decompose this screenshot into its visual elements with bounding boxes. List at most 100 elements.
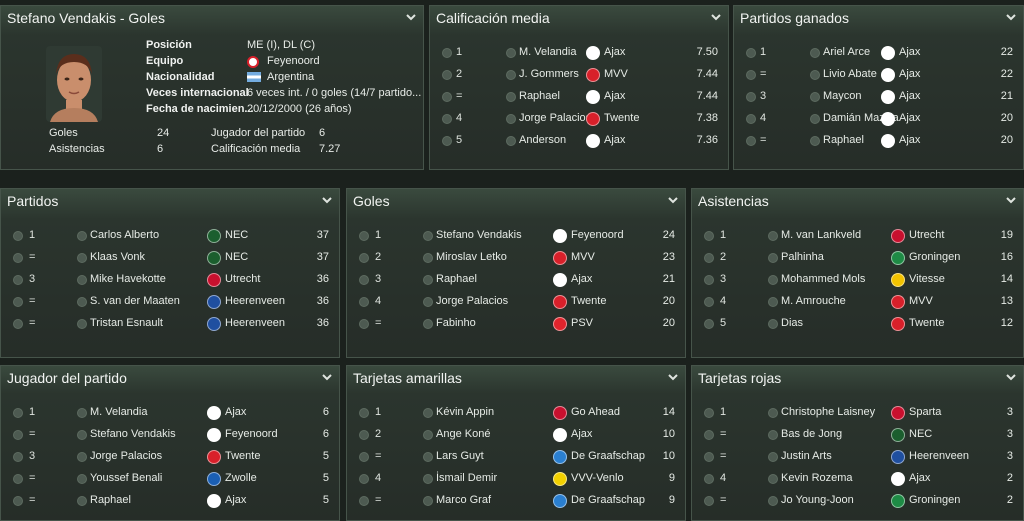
- list-item[interactable]: 2 Palhinha Groningen 16: [698, 248, 1017, 268]
- list-item[interactable]: 4 Jorge Palacios Twente 7.38: [436, 109, 722, 129]
- player-info-icon[interactable]: [768, 408, 778, 418]
- player-name-link[interactable]: Stefano Vendakis: [90, 428, 176, 440]
- player-name-link[interactable]: J. Gommers: [519, 68, 579, 80]
- chevron-down-icon[interactable]: [667, 371, 679, 383]
- list-item[interactable]: 4 Kevin Rozema Ajax 2: [698, 469, 1017, 489]
- player-info-icon[interactable]: [810, 70, 820, 80]
- player-info-icon[interactable]: [77, 474, 87, 484]
- club-name-link[interactable]: Feyenoord: [225, 428, 278, 440]
- player-name-link[interactable]: Raphael: [90, 494, 131, 506]
- player-name-link[interactable]: Jorge Palacios: [436, 295, 508, 307]
- club-name-link[interactable]: De Graafschap: [571, 494, 645, 506]
- player-info-icon[interactable]: [423, 253, 433, 263]
- list-item[interactable]: 1 M. van Lankveld Utrecht 19: [698, 226, 1017, 246]
- player-info-icon[interactable]: [423, 452, 433, 462]
- club-name-link[interactable]: Ajax: [899, 68, 920, 80]
- player-name-link[interactable]: Justin Arts: [781, 450, 832, 462]
- player-info-icon[interactable]: [768, 319, 778, 329]
- club-name-link[interactable]: Sparta: [909, 406, 941, 418]
- club-name-link[interactable]: Heerenveen: [225, 295, 285, 307]
- club-name-link[interactable]: Groningen: [909, 494, 960, 506]
- list-item[interactable]: 3 Raphael Ajax 21: [353, 270, 679, 290]
- club-name-link[interactable]: Ajax: [225, 494, 246, 506]
- club-name-link[interactable]: Ajax: [604, 90, 625, 102]
- player-name-link[interactable]: Dias: [781, 317, 803, 329]
- list-item[interactable]: 1 M. Velandia Ajax 7.50: [436, 43, 722, 63]
- list-item[interactable]: 3 Jorge Palacios Twente 5: [7, 447, 333, 467]
- club-name-link[interactable]: Utrecht: [909, 229, 944, 241]
- list-item[interactable]: = Jo Young-Joon Groningen 2: [698, 491, 1017, 511]
- player-name-link[interactable]: Livio Abate: [823, 68, 877, 80]
- player-info-icon[interactable]: [810, 136, 820, 146]
- player-info-icon[interactable]: [768, 452, 778, 462]
- field-value-team[interactable]: Feyenoord: [267, 55, 320, 67]
- chevron-down-icon[interactable]: [1005, 371, 1017, 383]
- player-name-link[interactable]: Miroslav Letko: [436, 251, 507, 263]
- player-name-link[interactable]: Palhinha: [781, 251, 824, 263]
- player-info-icon[interactable]: [506, 136, 516, 146]
- player-name-link[interactable]: Bas de Jong: [781, 428, 842, 440]
- list-item[interactable]: 3 Mike Havekotte Utrecht 36: [7, 270, 333, 290]
- list-item[interactable]: = Stefano Vendakis Feyenoord 6: [7, 425, 333, 445]
- player-info-icon[interactable]: [810, 92, 820, 102]
- club-name-link[interactable]: Ajax: [899, 90, 920, 102]
- player-name-link[interactable]: Lars Guyt: [436, 450, 484, 462]
- chevron-down-icon[interactable]: [710, 11, 722, 23]
- player-info-icon[interactable]: [77, 452, 87, 462]
- player-info-icon[interactable]: [810, 48, 820, 58]
- player-name-link[interactable]: Jorge Palacios: [519, 112, 591, 124]
- list-item[interactable]: 1 Stefano Vendakis Feyenoord 24: [353, 226, 679, 246]
- player-info-icon[interactable]: [423, 297, 433, 307]
- player-name-link[interactable]: Fabinho: [436, 317, 476, 329]
- player-name-link[interactable]: Christophe Laisney: [781, 406, 875, 418]
- player-info-icon[interactable]: [768, 297, 778, 307]
- player-name-link[interactable]: Klaas Vonk: [90, 251, 145, 263]
- club-name-link[interactable]: Ajax: [899, 112, 920, 124]
- player-name-link[interactable]: Raphael: [519, 90, 560, 102]
- list-item[interactable]: = S. van der Maaten Heerenveen 36: [7, 292, 333, 312]
- club-name-link[interactable]: Twente: [604, 112, 639, 124]
- player-name-link[interactable]: Ange Koné: [436, 428, 490, 440]
- player-name-link[interactable]: Ariel Arce: [823, 46, 870, 58]
- player-info-icon[interactable]: [768, 231, 778, 241]
- club-name-link[interactable]: Go Ahead: [571, 406, 620, 418]
- player-name-link[interactable]: Youssef Benali: [90, 472, 162, 484]
- list-item[interactable]: 5 Dias Twente 12: [698, 314, 1017, 334]
- chevron-down-icon[interactable]: [321, 194, 333, 206]
- player-info-icon[interactable]: [810, 114, 820, 124]
- player-info-icon[interactable]: [423, 430, 433, 440]
- player-info-icon[interactable]: [77, 253, 87, 263]
- player-info-icon[interactable]: [423, 275, 433, 285]
- list-item[interactable]: = Justin Arts Heerenveen 3: [698, 447, 1017, 467]
- chevron-down-icon[interactable]: [321, 371, 333, 383]
- list-item[interactable]: 5 Anderson Ajax 7.36: [436, 131, 722, 151]
- list-item[interactable]: 2 Miroslav Letko MVV 23: [353, 248, 679, 268]
- chevron-down-icon[interactable]: [1005, 11, 1017, 23]
- player-info-icon[interactable]: [77, 430, 87, 440]
- player-info-icon[interactable]: [768, 474, 778, 484]
- club-name-link[interactable]: NEC: [225, 229, 248, 241]
- list-item[interactable]: 1 Christophe Laisney Sparta 3: [698, 403, 1017, 423]
- list-item[interactable]: 2 J. Gommers MVV 7.44: [436, 65, 722, 85]
- player-info-icon[interactable]: [423, 231, 433, 241]
- list-item[interactable]: = Lars Guyt De Graafschap 10: [353, 447, 679, 467]
- list-item[interactable]: 3 Maycon Ajax 21: [740, 87, 1017, 107]
- player-info-icon[interactable]: [77, 319, 87, 329]
- player-name-link[interactable]: Raphael: [823, 134, 864, 146]
- player-name-link[interactable]: Tristan Esnault: [90, 317, 163, 329]
- player-name-link[interactable]: Maycon: [823, 90, 862, 102]
- list-item[interactable]: = Klaas Vonk NEC 37: [7, 248, 333, 268]
- list-item[interactable]: 4 M. Amrouche MVV 13: [698, 292, 1017, 312]
- player-info-icon[interactable]: [423, 474, 433, 484]
- player-name-link[interactable]: Kévin Appin: [436, 406, 494, 418]
- player-name-link[interactable]: M. Amrouche: [781, 295, 846, 307]
- list-item[interactable]: 4 Damián Mazzia Ajax 20: [740, 109, 1017, 129]
- player-name-link[interactable]: Anderson: [519, 134, 566, 146]
- player-info-icon[interactable]: [506, 48, 516, 58]
- list-item[interactable]: 1 Ariel Arce Ajax 22: [740, 43, 1017, 63]
- list-item[interactable]: 2 Ange Koné Ajax 10: [353, 425, 679, 445]
- club-name-link[interactable]: Ajax: [899, 46, 920, 58]
- club-name-link[interactable]: Heerenveen: [909, 450, 969, 462]
- list-item[interactable]: = Raphael Ajax 5: [7, 491, 333, 511]
- club-name-link[interactable]: Twente: [909, 317, 944, 329]
